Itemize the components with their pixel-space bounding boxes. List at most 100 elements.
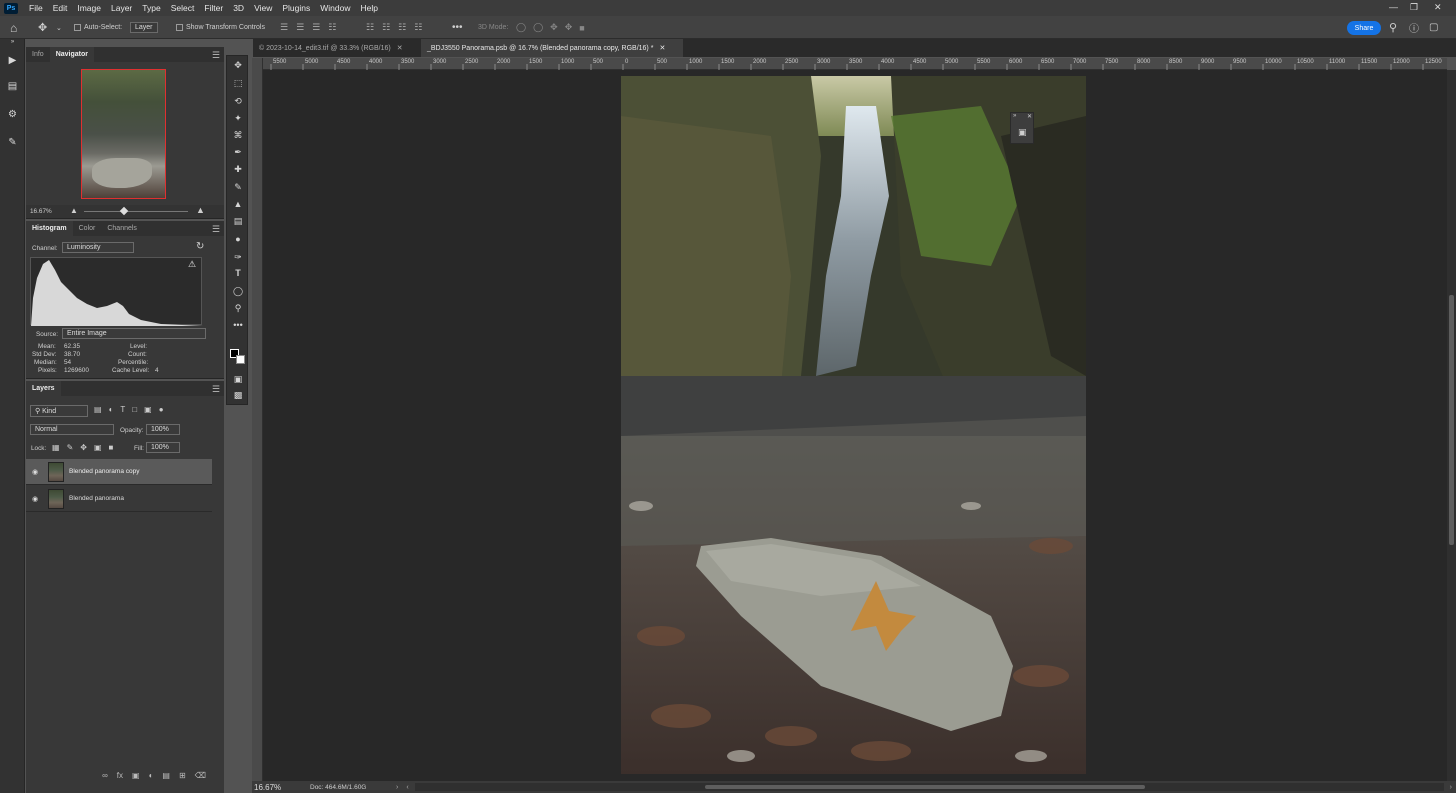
menu-type[interactable]: Type	[137, 0, 165, 16]
clone-stamp-tool-icon[interactable]: ▲	[227, 199, 249, 209]
distribute-vertical-icon[interactable]: ☷	[414, 22, 422, 33]
home-icon[interactable]: ⌂	[10, 16, 17, 39]
align-middle-icon[interactable]: ☷	[382, 22, 390, 33]
share-button[interactable]: Share	[1347, 21, 1381, 35]
shape-tool-icon[interactable]: ◯	[227, 286, 249, 297]
tab-info[interactable]: Info	[26, 47, 50, 62]
3d-mode-buttons[interactable]: ◯ ◯ ✥ ✥ ■	[516, 16, 585, 39]
minimize-icon[interactable]: —	[1389, 0, 1398, 14]
lasso-tool-icon[interactable]: ⟲	[227, 96, 249, 107]
tab-histogram[interactable]: Histogram	[26, 221, 73, 236]
move-tool-icon[interactable]: ✥	[38, 16, 47, 39]
group-folder-icon[interactable]: ▤	[162, 771, 170, 780]
filter-type-icon[interactable]: T	[120, 405, 125, 414]
workspace-icon[interactable]: ▢	[1429, 16, 1438, 39]
distribute-icon[interactable]: ☷	[328, 22, 336, 33]
navigator-zoom-value[interactable]: 16.67%	[30, 208, 52, 215]
align-vertical-buttons[interactable]: ☷ ☷ ☷ ☷	[366, 16, 422, 39]
pan-3d-icon[interactable]: ✥	[550, 22, 558, 33]
adjustment-layer-icon[interactable]: ◐	[149, 771, 154, 780]
align-buttons[interactable]: ☰ ☰ ☰ ☷	[280, 16, 336, 39]
show-transform-checkbox[interactable]: Show Transform Controls	[176, 16, 265, 39]
zoom-slider[interactable]	[84, 211, 188, 212]
navigator-preview[interactable]	[81, 69, 166, 199]
link-layers-icon[interactable]: ∞	[102, 771, 108, 780]
document-tab-active[interactable]: _BDJ3550 Panorama.psb @ 16.7% (Blended p…	[421, 39, 683, 57]
layer-row[interactable]: ◉ Blended panorama	[26, 486, 212, 512]
magic-wand-tool-icon[interactable]: ✦	[227, 113, 249, 124]
more-tools-icon[interactable]: •••	[227, 320, 249, 330]
eye-icon[interactable]: ◉	[26, 468, 44, 476]
vertical-scrollbar-thumb[interactable]	[1449, 295, 1454, 545]
chevron-down-icon[interactable]: ⌄	[56, 16, 62, 39]
layer-style-icon[interactable]: fx	[117, 771, 123, 780]
auto-select-checkbox[interactable]: Auto-Select:	[74, 16, 122, 39]
align-left-icon[interactable]: ☰	[280, 22, 288, 33]
status-zoom[interactable]: 16.67%	[252, 783, 310, 792]
add-mask-icon[interactable]: ▣	[132, 771, 140, 780]
tab-color[interactable]: Color	[73, 221, 102, 236]
menu-help[interactable]: Help	[355, 0, 382, 16]
menu-3d[interactable]: 3D	[228, 0, 249, 16]
properties-icon[interactable]: ▤	[0, 81, 25, 92]
document-image[interactable]	[621, 76, 1086, 774]
lock-image-icon[interactable]: ✎	[67, 443, 74, 452]
horizontal-scrollbar-thumb[interactable]	[704, 785, 1145, 789]
type-tool-icon[interactable]: T	[227, 268, 249, 278]
menu-plugins[interactable]: Plugins	[277, 0, 315, 16]
dodge-tool-icon[interactable]: ●	[227, 234, 249, 244]
healing-brush-tool-icon[interactable]: ✚	[227, 164, 249, 175]
zoom-slider-handle[interactable]	[119, 206, 129, 216]
crop-tool-icon[interactable]: ⌘	[227, 130, 249, 141]
gradient-tool-icon[interactable]: ▤	[227, 216, 249, 227]
fill-input[interactable]: 100%	[146, 442, 180, 453]
align-right-icon[interactable]: ☰	[312, 22, 320, 33]
zoom-tool-icon[interactable]: ⚲	[227, 303, 249, 314]
horizontal-scrollbar[interactable]	[414, 783, 1444, 791]
marquee-tool-icon[interactable]: ⬚	[227, 78, 249, 89]
screen-mode-icon[interactable]: ▩	[227, 390, 249, 401]
refresh-icon[interactable]: ↻	[196, 241, 204, 252]
menu-image[interactable]: Image	[72, 0, 106, 16]
scroll-left-icon[interactable]: ‹	[406, 784, 408, 791]
photoshop-logo-icon[interactable]: Ps	[4, 2, 18, 14]
document-tab[interactable]: © 2023-10-14_edit3.tif @ 33.3% (RGB/16) …	[253, 39, 421, 57]
filter-adjustment-icon[interactable]: ◐	[109, 405, 114, 414]
align-center-icon[interactable]: ☰	[296, 22, 304, 33]
more-options-icon[interactable]: •••	[452, 16, 463, 39]
play-actions-icon[interactable]: ▶	[0, 55, 25, 66]
menu-window[interactable]: Window	[315, 0, 355, 16]
align-top-icon[interactable]: ☷	[366, 22, 374, 33]
expand-icon[interactable]: »	[1013, 113, 1016, 119]
filter-pixel-icon[interactable]: ▤	[94, 405, 102, 414]
new-layer-icon[interactable]: ⊞	[179, 771, 186, 780]
layer-filter-select[interactable]: ⚲ Kind	[30, 405, 88, 417]
panel-menu-icon[interactable]: ☰	[212, 384, 220, 395]
brush-settings-icon[interactable]: ✎	[0, 137, 25, 148]
panel-menu-icon[interactable]: ☰	[212, 224, 220, 235]
menu-view[interactable]: View	[249, 0, 277, 16]
background-color-swatch[interactable]	[236, 355, 245, 364]
tab-channels[interactable]: Channels	[101, 221, 143, 236]
channel-select[interactable]: Luminosity	[62, 242, 134, 253]
close-tab-icon[interactable]: ✕	[397, 44, 403, 52]
camera-3d-icon[interactable]: ■	[579, 23, 584, 33]
menu-select[interactable]: Select	[166, 0, 200, 16]
adjustments-icon[interactable]: ⚙	[0, 109, 25, 120]
roll-3d-icon[interactable]: ◯	[533, 22, 543, 33]
layer-name[interactable]: Blended panorama copy	[69, 468, 139, 475]
blend-mode-select[interactable]: Normal	[30, 424, 114, 435]
zoom-out-icon[interactable]: ▲	[70, 206, 78, 215]
tab-navigator[interactable]: Navigator	[49, 47, 94, 62]
close-window-icon[interactable]: ✕	[1434, 0, 1442, 14]
restore-icon[interactable]: ❐	[1410, 0, 1418, 14]
move-tool-icon[interactable]: ✥	[227, 60, 249, 71]
status-menu-icon[interactable]: ›	[396, 784, 406, 791]
library-icon[interactable]: ▣	[1018, 127, 1027, 138]
layer-row[interactable]: ◉ Blended panorama copy	[26, 459, 212, 485]
auto-select-target-select[interactable]: Layer	[130, 16, 158, 39]
filter-toggle-icon[interactable]: ●	[159, 405, 164, 414]
help-icon[interactable]: ⓘ	[1409, 16, 1419, 39]
menu-layer[interactable]: Layer	[106, 0, 137, 16]
slide-3d-icon[interactable]: ✥	[565, 22, 573, 33]
